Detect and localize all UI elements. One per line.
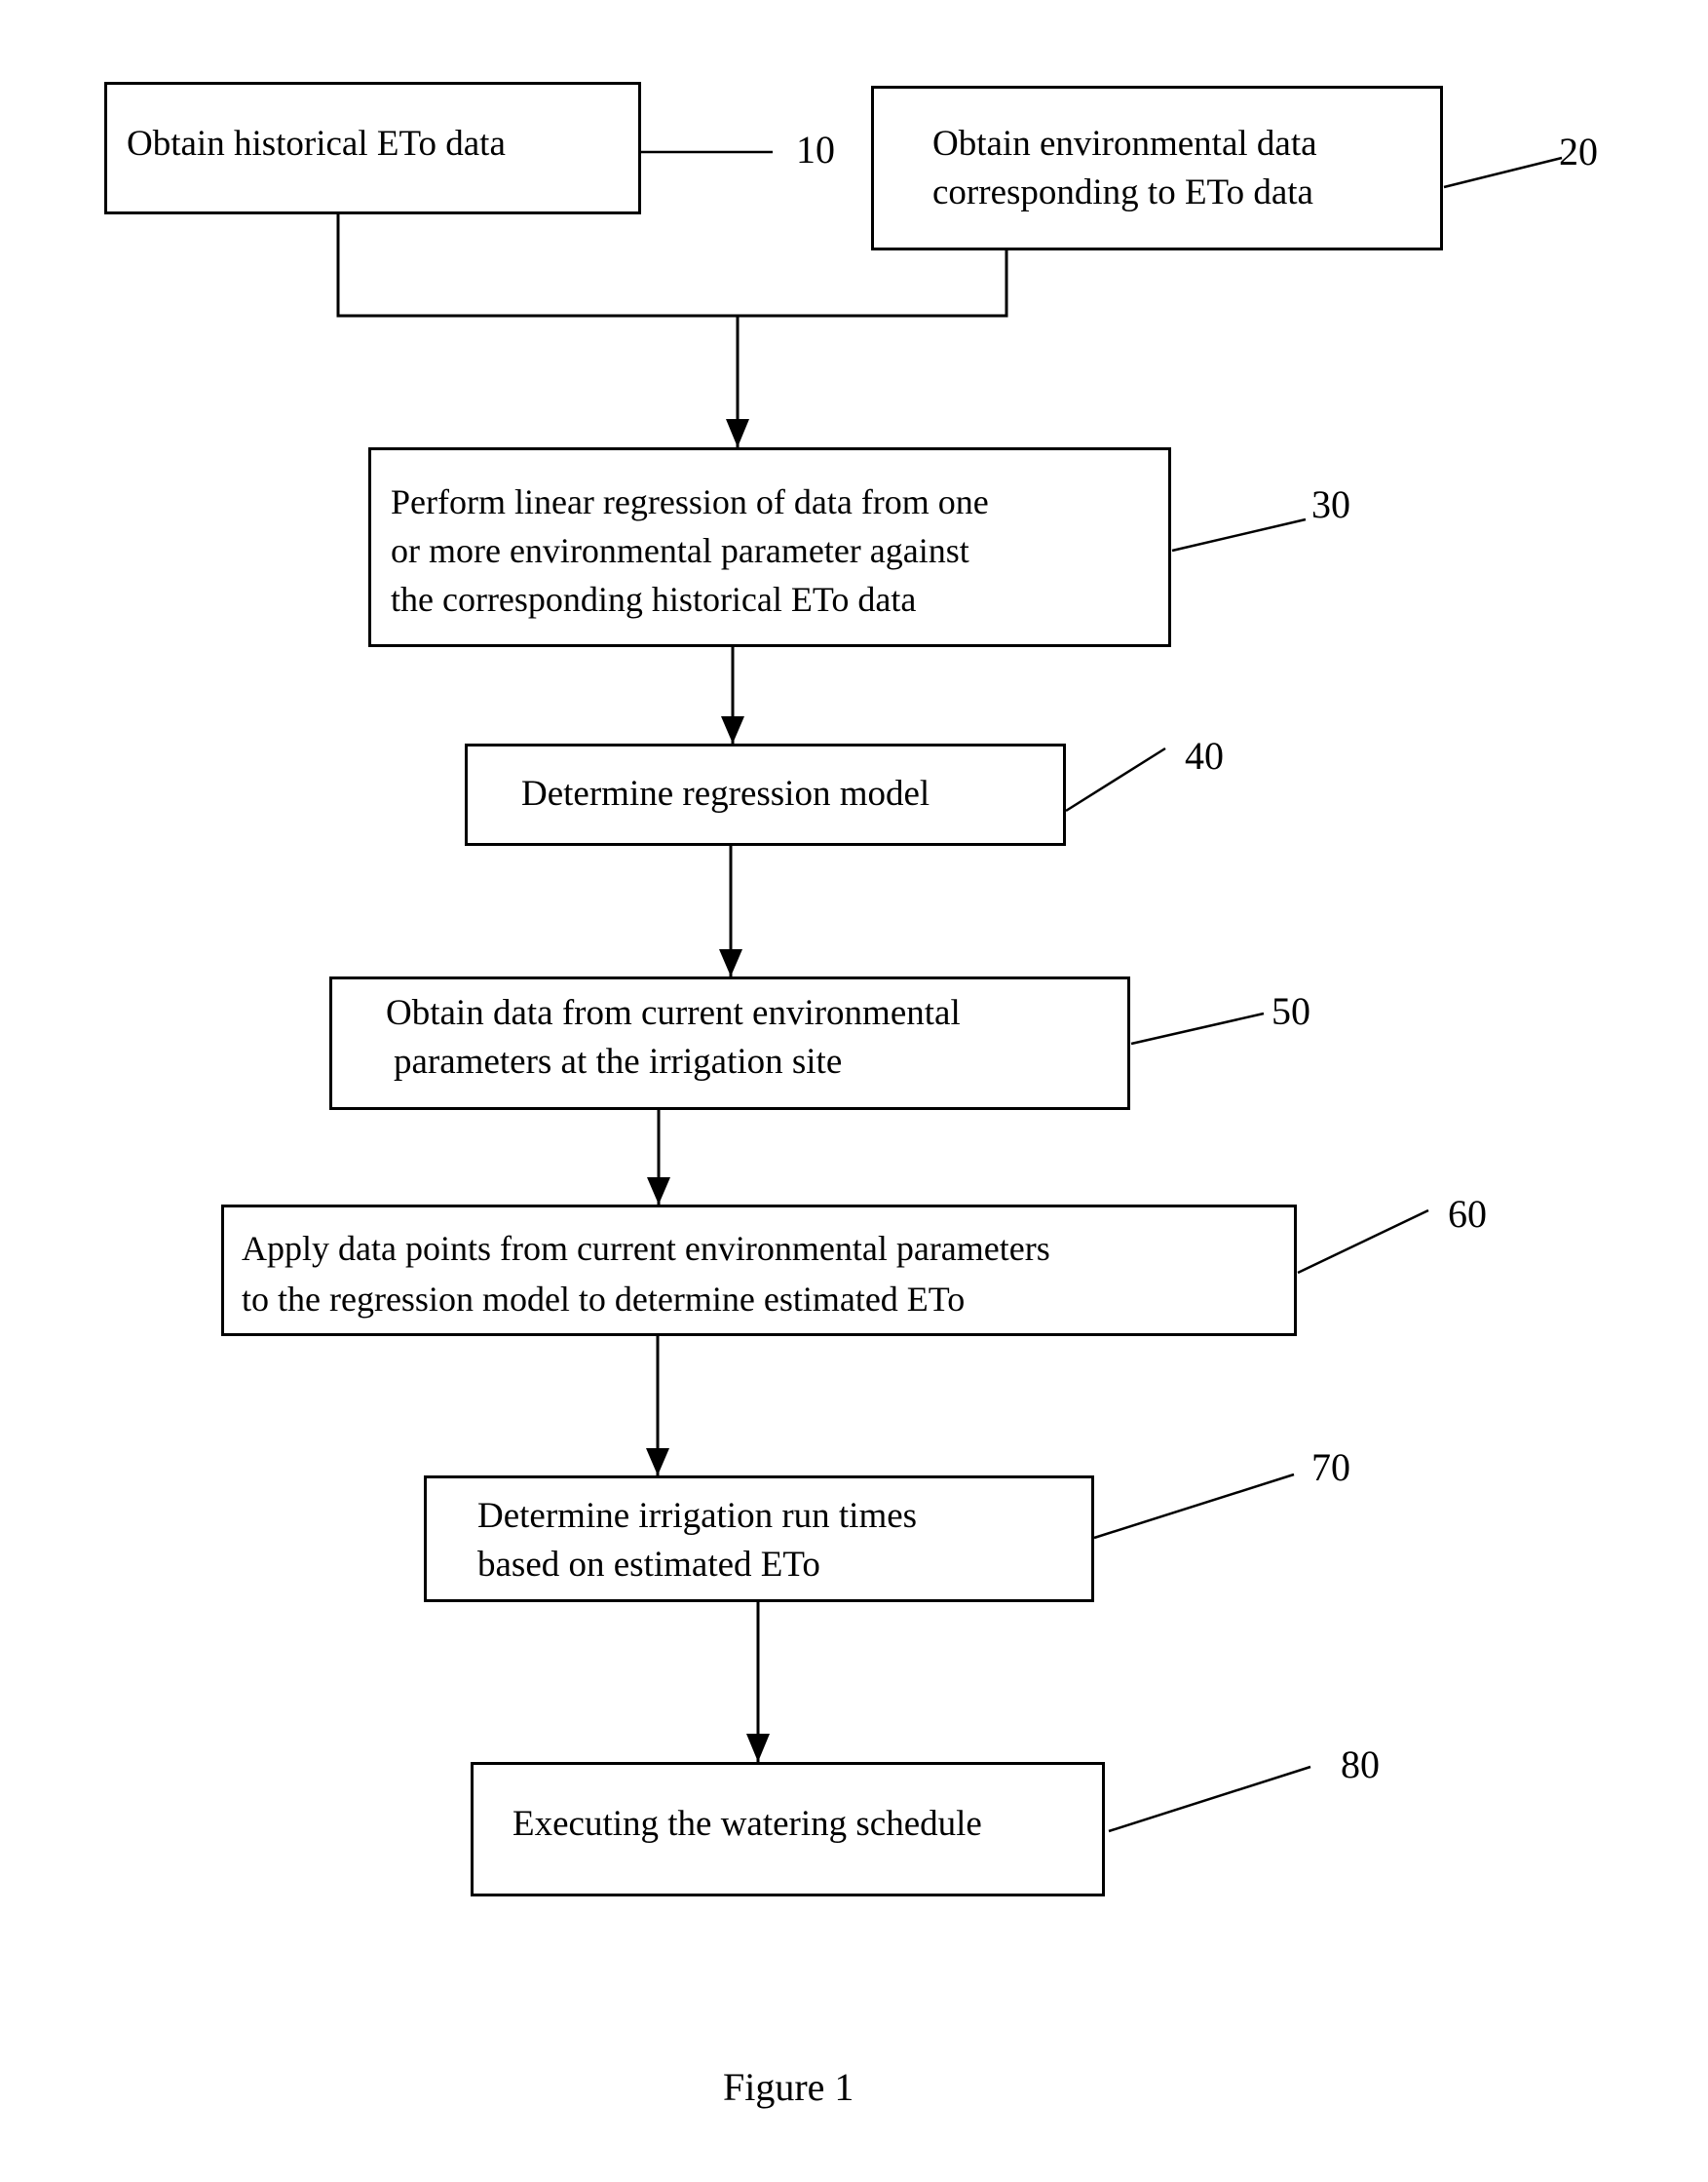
ref-label-30: 30 xyxy=(1311,482,1350,526)
step-box-30: Perform linear regression of data from o… xyxy=(368,447,1171,647)
step-70-text-line: Determine irrigation run times xyxy=(477,1496,918,1536)
arrowhead-60-to-70 xyxy=(646,1448,669,1475)
step-20-text-line: Obtain environmental data xyxy=(932,124,1317,164)
step-50-text-line: Obtain data from current environmental xyxy=(386,993,961,1033)
figure-caption: Figure 1 xyxy=(723,2065,854,2109)
leader-60 xyxy=(1297,1208,1429,1275)
step-box-50: Obtain data from current environmental p… xyxy=(329,976,1130,1110)
ref-label-10: 10 xyxy=(796,128,835,172)
step-box-20: Obtain environmental data corresponding … xyxy=(871,86,1443,250)
step-60-text-line: to the regression model to determine est… xyxy=(242,1280,966,1319)
step-box-80: Executing the watering schedule xyxy=(471,1762,1105,1896)
arrowhead-70-to-80 xyxy=(746,1734,770,1762)
step-10-text-line: Obtain historical ETo data xyxy=(127,124,506,164)
step-20-text-line: corresponding to ETo data xyxy=(932,172,1313,212)
ref-label-70: 70 xyxy=(1311,1445,1350,1489)
step-box-60: Apply data points from current environme… xyxy=(221,1205,1297,1336)
step-box-40: Determine regression model xyxy=(465,744,1066,846)
step-60-text-line: Apply data points from current environme… xyxy=(242,1229,1050,1268)
arrowhead-50-to-60 xyxy=(647,1177,670,1205)
ref-label-60: 60 xyxy=(1448,1192,1487,1236)
ref-label-80: 80 xyxy=(1341,1742,1380,1786)
leader-80 xyxy=(1108,1765,1311,1833)
step-80-text-line: Executing the watering schedule xyxy=(512,1804,982,1844)
step-30-text-line: Perform linear regression of data from o… xyxy=(391,482,989,521)
arrowhead-40-to-50 xyxy=(719,949,742,976)
leader-30 xyxy=(1171,517,1307,553)
arrowhead-30-to-40 xyxy=(721,716,744,744)
arrowhead-merge-to-30 xyxy=(726,419,749,447)
step-50-text-line: parameters at the irrigation site xyxy=(394,1042,843,1082)
step-70-text-line: based on estimated ETo xyxy=(477,1545,820,1585)
leader-40 xyxy=(1065,746,1166,813)
step-30-text-line: or more environmental parameter against xyxy=(391,531,969,570)
leader-50 xyxy=(1130,1012,1265,1046)
leader-20 xyxy=(1443,156,1563,189)
ref-label-40: 40 xyxy=(1185,734,1224,778)
step-40-text-line: Determine regression model xyxy=(521,774,930,814)
ref-label-20: 20 xyxy=(1559,130,1598,173)
leader-70 xyxy=(1093,1473,1295,1540)
step-30-text-line: the corresponding historical ETo data xyxy=(391,580,917,619)
step-box-10: Obtain historical ETo data xyxy=(104,82,641,214)
step-box-70: Determine irrigation run times based on … xyxy=(424,1475,1094,1602)
flowchart-figure: Obtain historical ETo data 10 Obtain env… xyxy=(0,0,1708,2182)
ref-label-50: 50 xyxy=(1272,989,1310,1033)
